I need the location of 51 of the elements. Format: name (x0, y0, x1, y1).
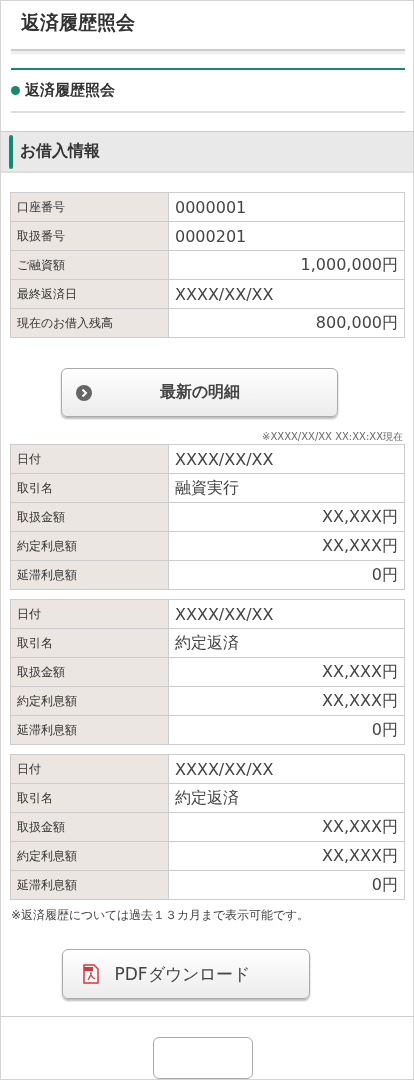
table-cell: 延滞利息額 (10, 870, 169, 900)
table-cell: XX,XXX円 (168, 686, 405, 716)
table-cell: XXXX/XX/XX (168, 754, 405, 784)
table-cell: XXXX/XX/XX (168, 599, 405, 629)
table-cell: 取扱金額 (10, 502, 169, 532)
table-cell: 現在のお借入残高 (10, 308, 169, 338)
button-edge[interactable] (153, 1037, 253, 1079)
table-cell: 取扱金額 (10, 657, 169, 687)
table-cell: 取扱番号 (10, 221, 169, 251)
table-cell: 取扱金額 (10, 812, 169, 842)
section-title: お借入情報 (20, 141, 100, 163)
table-cell: 延滞利息額 (10, 715, 169, 745)
history-note: ※返済履歴については過去１３カ月まで表示可能です。 (11, 908, 311, 923)
pdf-download-button[interactable]: PDFダウンロード (61, 949, 310, 999)
pdf-file-icon (82, 964, 99, 984)
table-cell: XX,XXX円 (168, 531, 405, 561)
table-cell: 取引名 (10, 783, 169, 813)
table-cell: 800,000円 (168, 308, 405, 338)
table-cell: 取引名 (10, 473, 169, 503)
table-cell: 融資実行 (168, 473, 405, 503)
table-cell: 0000001 (168, 192, 405, 222)
table-cell: 約定利息額 (10, 531, 169, 561)
table-cell: 約定利息額 (10, 841, 169, 871)
table-cell: XX,XXX円 (168, 841, 405, 871)
table-cell: 約定返済 (168, 783, 405, 813)
table-cell: 0円 (168, 870, 405, 900)
timestamp-note: ※XXXX/XX/XX XX:XX:XX現在 (261, 431, 404, 443)
table-cell: 日付 (10, 754, 169, 784)
latest-details-button[interactable]: 最新の明細 (60, 368, 338, 417)
bullet-icon (11, 86, 20, 96)
table-cell: 日付 (10, 599, 169, 629)
page-title: 返済履歴照会 (20, 10, 136, 35)
table-cell: 0円 (168, 715, 405, 745)
table-cell: 日付 (10, 444, 169, 474)
table-cell: XXXX/XX/XX (168, 279, 405, 309)
table-cell: XX,XXX円 (168, 657, 405, 687)
chevron-icon (75, 384, 92, 401)
table-cell: 約定返済 (168, 628, 405, 658)
table-cell: 0000201 (168, 221, 405, 251)
table-cell: XX,XXX円 (168, 502, 405, 532)
subtitle: 返済履歴照会 (25, 81, 115, 101)
table-cell: XXXX/XX/XX (168, 444, 405, 474)
table-cell: XX,XXX円 (168, 812, 405, 842)
table-cell: 取引名 (10, 628, 169, 658)
table-cell: 口座番号 (10, 192, 169, 222)
table-cell: 延滞利息額 (10, 560, 169, 590)
table-cell: 0円 (168, 560, 405, 590)
table-cell: 最終返済日 (10, 279, 169, 309)
table-cell: 約定利息額 (10, 686, 169, 716)
table-cell: ご融資額 (10, 250, 169, 280)
table-cell: 1,000,000円 (168, 250, 405, 280)
